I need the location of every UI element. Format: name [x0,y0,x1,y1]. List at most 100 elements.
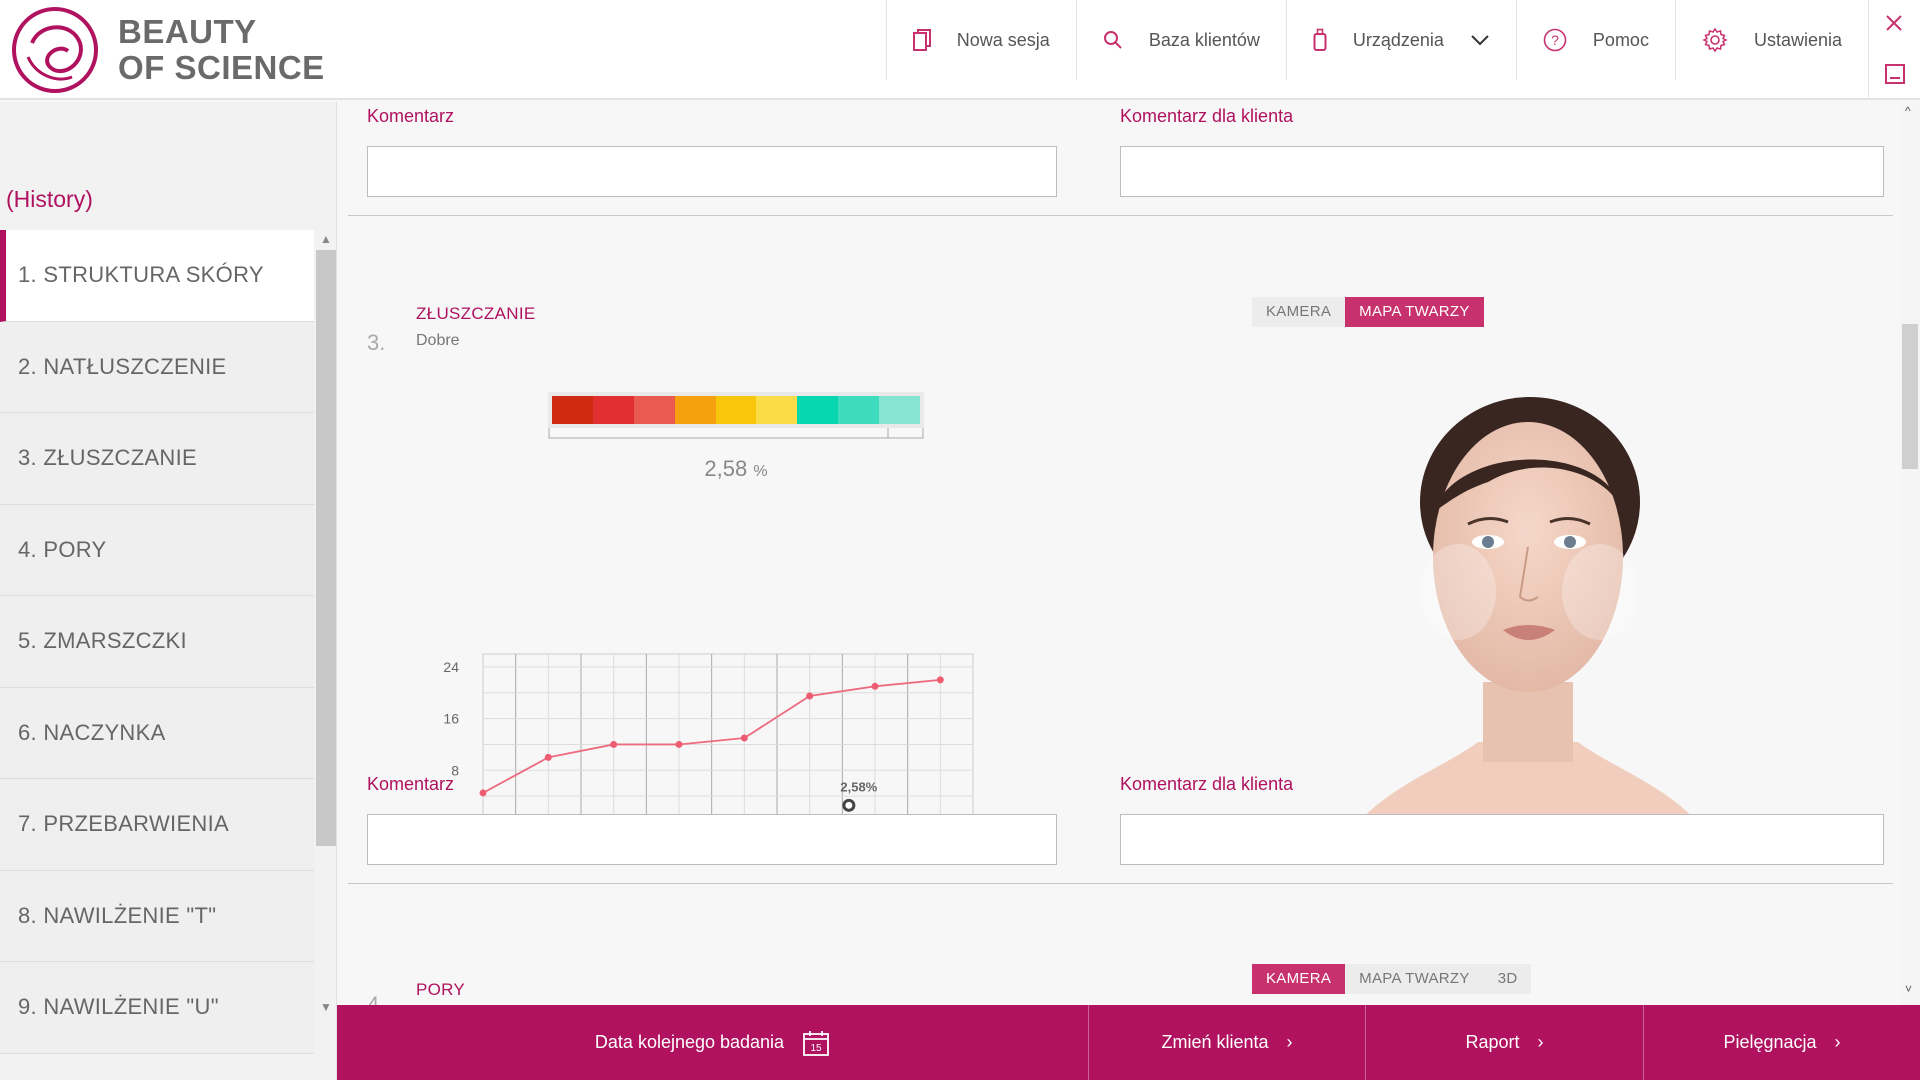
exfoliation-scale: 2,58 % [548,392,924,481]
brand-logo-icon [12,7,98,93]
chart-point [544,753,552,761]
chart-point [479,789,487,797]
scale-value-unit: % [753,463,768,480]
sidebar-item-hydration-u[interactable]: 9. NAWILŻENIE "U" [0,962,314,1054]
scale-bar [548,392,924,428]
brand-name: BEAUTY OF SCIENCE [118,14,325,86]
minimize-icon[interactable] [1885,64,1905,84]
care-button[interactable]: Pielęgnacja › [1643,1005,1920,1080]
new-session-icon [912,29,931,51]
gear-icon [1702,27,1728,53]
scroll-up-icon[interactable]: ^ [1905,104,1911,118]
scale-segment [879,396,921,424]
sidebar-item-wrinkles[interactable]: 5. ZMARSZCZKI [0,596,314,688]
history-sidebar: (History) 1. STRUKTURA SKÓRY 2. NATŁUSZC… [0,102,337,1080]
tab-camera-4[interactable]: KAMERA [1252,964,1346,994]
scale-segment [552,396,593,424]
brand-line-2: OF SCIENCE [118,49,325,86]
scale-segment [756,396,798,424]
sidebar-scroll-thumb[interactable] [316,250,336,846]
brand-line-1: BEAUTY [118,13,257,50]
tab-face-map[interactable]: MAPA TWARZY [1345,297,1484,327]
footer-bar: Data kolejnego badania 15 Zmień klienta … [337,1005,1920,1080]
section-number: 3. [367,330,386,355]
new-session-button[interactable]: Nowa sesja [885,0,1076,80]
sidebar-item-skin-structure[interactable]: 1. STRUKTURA SKÓRY [0,230,314,322]
tab-camera[interactable]: KAMERA [1252,297,1346,327]
chart-point [871,682,879,690]
change-client-label: Zmień klienta [1161,1032,1269,1052]
devices-dropdown[interactable]: Urządzenia [1285,0,1516,80]
settings-button[interactable]: Ustawienia [1674,0,1868,80]
main-scroll-thumb[interactable] [1902,324,1918,469]
comment-field[interactable] [367,146,1057,197]
sidebar-item-vessels[interactable]: 6. NACZYNKA [0,687,314,779]
chevron-right-icon: › [1286,1032,1293,1052]
chart-point [740,734,748,742]
sidebar-item-pores[interactable]: 4. PORY [0,504,314,596]
next-exam-button[interactable]: Data kolejnego badania 15 [337,1005,1088,1080]
scale-segment [633,396,675,424]
app-header: BEAUTY OF SCIENCE Nowa sesja Baza klient… [0,0,1920,100]
devices-label: Urządzenia [1352,29,1444,50]
device-icon [1313,28,1327,51]
client-database-button[interactable]: Baza klientów [1075,0,1286,80]
chart-point [936,676,944,684]
search-icon [1103,31,1122,49]
chevron-right-icon: › [1537,1032,1544,1052]
settings-label: Ustawienia [1753,29,1842,50]
section-divider-2 [348,883,1893,884]
chart-current-marker [842,798,856,812]
close-icon[interactable] [1885,14,1903,32]
scroll-down-icon[interactable]: ▼ [320,1000,332,1014]
client-comment-field[interactable] [1120,146,1884,197]
face-zone-right[interactable] [1562,544,1638,640]
sidebar-item-oiliness[interactable]: 2. NATŁUSZCZENIE [0,321,314,413]
new-session-label: Nowa sesja [956,29,1050,50]
tab-3d-4[interactable]: 3D [1483,964,1532,994]
scale-segment [715,396,757,424]
chart-plot-area [482,653,974,823]
calendar-day: 15 [811,1043,823,1054]
scroll-up-icon[interactable]: ▲ [320,232,332,246]
client-comment-label-2: Komentarz dla klienta [1120,774,1294,794]
sidebar-item-exfoliation[interactable]: 3. ZŁUSZCZANIE [0,413,314,505]
sidebar-list: 1. STRUKTURA SKÓRY 2. NATŁUSZCZENIE 3. Z… [0,230,314,1054]
scale-value: 2,58 % [548,456,924,482]
section-4-number: 4. [367,992,386,1005]
help-icon: ? [1543,28,1567,52]
view-tabs-4: KAMERA MAPA TWARZY 3D [1252,964,1532,994]
next-exam-label: Data kolejnego badania [594,1032,785,1052]
window-controls [1868,0,1920,100]
scroll-down-icon[interactable]: ˅ [1905,982,1912,996]
face-map-image [1338,397,1718,852]
scale-segment [674,396,716,424]
sidebar-item-hydration-t[interactable]: 8. NAWILŻENIE "T" [0,870,314,962]
scale-bracket [548,428,924,439]
change-client-button[interactable]: Zmień klienta › [1088,1005,1365,1080]
section-4-title: PORY [416,980,466,999]
sidebar-scrollbar[interactable]: ▲ ▼ [316,230,336,1020]
tab-face-map-4[interactable]: MAPA TWARZY [1345,964,1484,994]
help-label: Pomoc [1592,29,1649,50]
comment-label-2: Komentarz [367,774,455,794]
chart-point [806,692,814,700]
help-button[interactable]: ? Pomoc [1515,0,1675,80]
section-status: Dobre [416,332,460,349]
scale-segment [592,396,634,424]
report-button[interactable]: Raport › [1365,1005,1643,1080]
client-comment-field-2[interactable] [1120,814,1884,865]
chevron-right-icon: › [1834,1032,1841,1052]
chart-y-tick: 16 [443,711,459,727]
chart-point [610,740,618,748]
chart-marker-label: 2,58% [840,779,877,794]
sidebar-item-discoloration[interactable]: 7. PRZEBARWIENIA [0,779,314,871]
section-divider [348,215,1893,216]
comment-field-2[interactable] [367,814,1057,865]
scale-segment [838,396,880,424]
main-scrollbar[interactable]: ^ ˅ [1900,102,1920,1005]
face-zone-left[interactable] [1420,544,1496,640]
client-comment-label: Komentarz dla klienta [1120,106,1294,126]
report-label: Raport [1465,1032,1520,1052]
results-panel: Komentarz Komentarz dla klienta 3. ZŁUSZ… [338,102,1900,1005]
